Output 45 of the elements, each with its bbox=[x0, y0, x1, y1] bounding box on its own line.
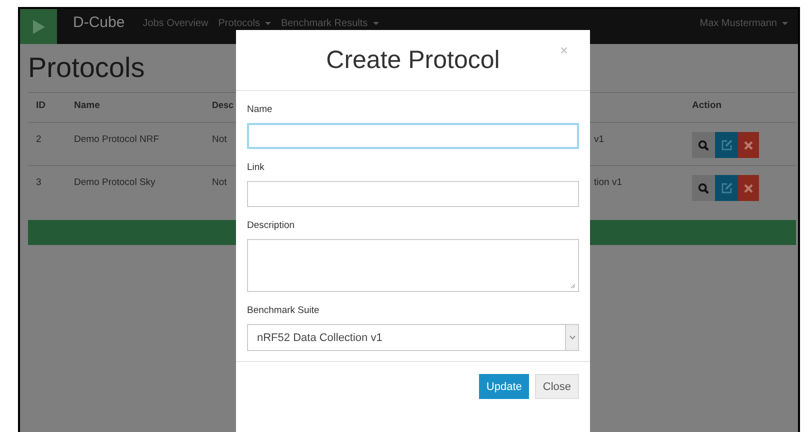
nav-link[interactable]: Jobs Overview bbox=[142, 18, 208, 29]
table-cell: 2 bbox=[36, 134, 42, 145]
table-cell: Not bbox=[212, 177, 227, 188]
field-label: Description bbox=[247, 220, 296, 231]
close-button[interactable]: Close bbox=[534, 374, 579, 399]
search-button[interactable] bbox=[692, 132, 715, 158]
column-header: Name bbox=[74, 100, 100, 111]
page-title: Protocols bbox=[28, 52, 145, 84]
edit-icon bbox=[720, 182, 732, 194]
table-cell: 3 bbox=[36, 177, 42, 188]
update-button[interactable]: Update bbox=[479, 374, 529, 399]
select-field[interactable]: nRF52 Data Collection v1 bbox=[247, 324, 579, 351]
dialog-title: Create Protocol bbox=[326, 46, 500, 74]
column-header: Action bbox=[692, 100, 722, 111]
column-header: ID bbox=[36, 100, 46, 111]
close-button[interactable]: × bbox=[560, 42, 568, 58]
table-cell: v1 bbox=[594, 134, 604, 145]
search-icon bbox=[698, 140, 709, 150]
resize-grip-icon bbox=[570, 283, 576, 289]
column-header: Desc bbox=[212, 100, 234, 110]
delete-button[interactable] bbox=[738, 175, 759, 201]
text-area[interactable] bbox=[247, 239, 579, 292]
brand-link[interactable]: D-Cube bbox=[73, 15, 125, 30]
user-menu[interactable]: Max Mustermann bbox=[700, 18, 788, 29]
delete-button[interactable] bbox=[738, 132, 759, 158]
close-icon bbox=[744, 140, 753, 150]
table-cell: Demo Protocol NRF bbox=[74, 134, 159, 145]
input-field[interactable] bbox=[247, 181, 579, 207]
logo-icon[interactable] bbox=[20, 9, 57, 44]
edit-button[interactable] bbox=[715, 132, 738, 158]
input-field[interactable] bbox=[247, 123, 579, 149]
edit-button[interactable] bbox=[715, 175, 738, 201]
search-icon bbox=[698, 182, 709, 194]
field-label: Benchmark Suite bbox=[247, 305, 320, 316]
close-icon bbox=[744, 184, 753, 192]
edit-icon bbox=[720, 139, 732, 151]
nav-link[interactable]: Benchmark Results bbox=[280, 18, 379, 29]
field-label: Link bbox=[247, 162, 266, 173]
field-label: Name bbox=[247, 104, 274, 115]
nav-link[interactable]: Protocols bbox=[218, 18, 271, 29]
table-cell: Not bbox=[212, 134, 227, 145]
table-cell: Demo Protocol Sky bbox=[74, 177, 156, 188]
search-button[interactable] bbox=[692, 175, 715, 201]
chevron-down-icon bbox=[568, 335, 576, 340]
table-cell: tion v1 bbox=[594, 177, 622, 188]
